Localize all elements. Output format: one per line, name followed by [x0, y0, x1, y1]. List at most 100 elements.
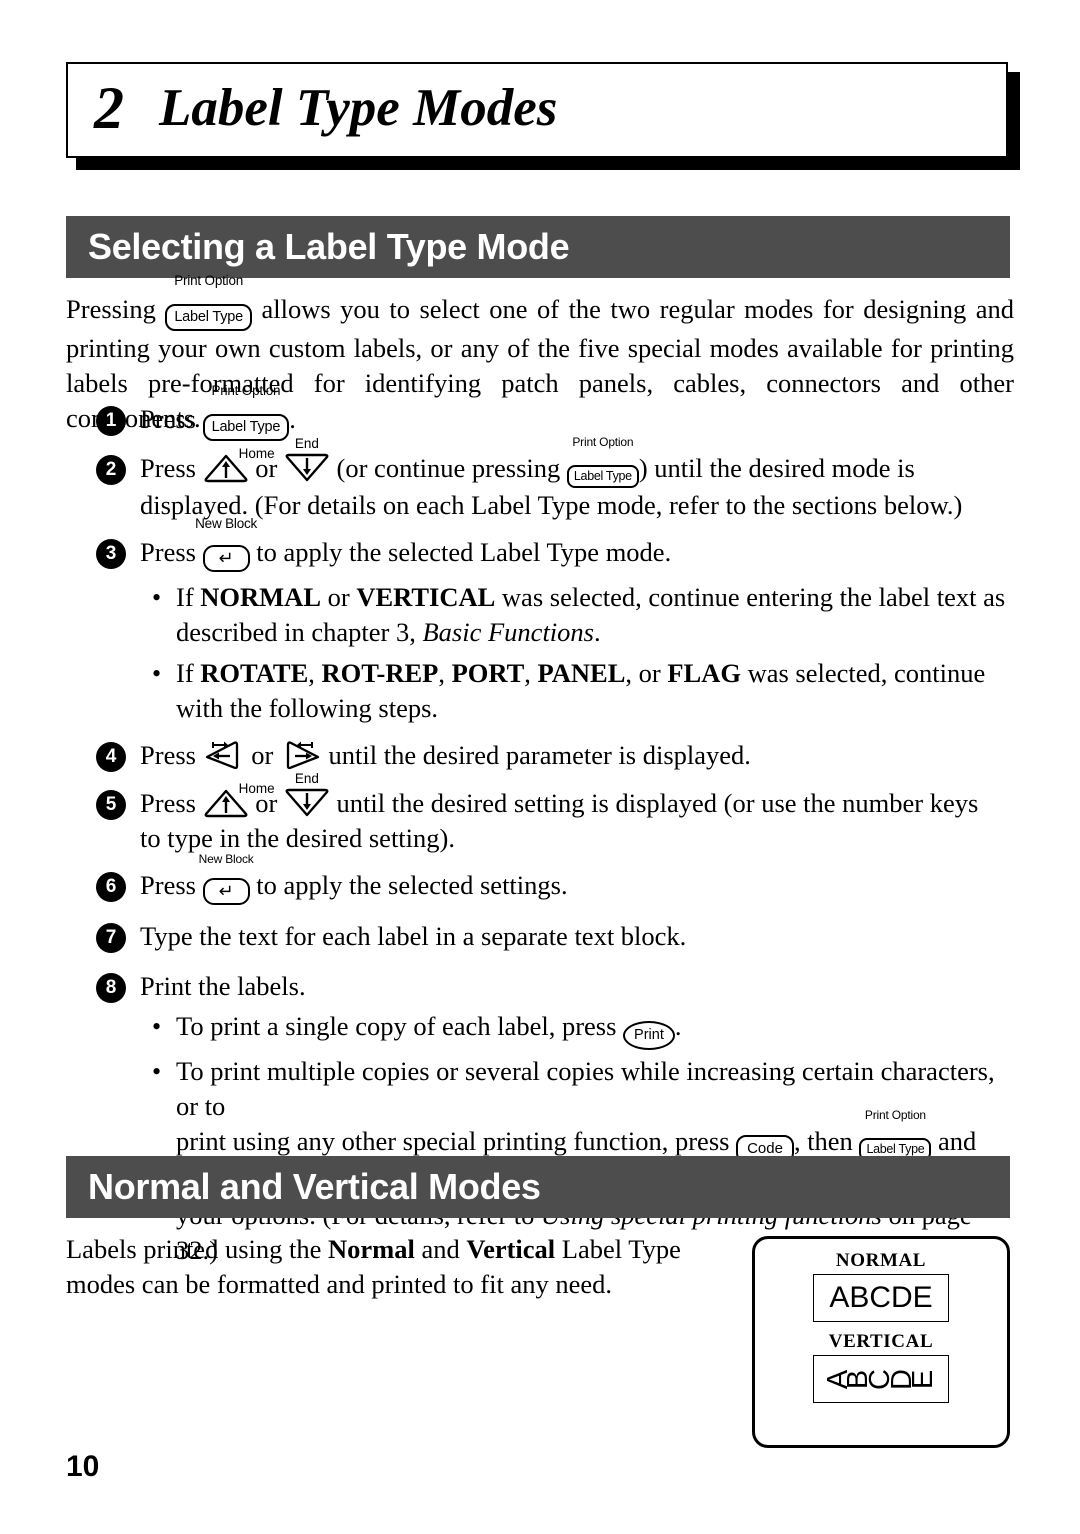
key-down-arrow-end: End — [284, 772, 330, 818]
step-6: 6 Press New Block ↵ to apply the selecte… — [66, 853, 1016, 905]
step-badge: 5 — [96, 790, 126, 820]
bullet-text-part: If — [176, 658, 201, 688]
bullet-dot: • — [152, 1012, 162, 1041]
bullet-bold-normal: NORMAL — [200, 582, 321, 612]
key-new-block-enter: New Block ↵ — [195, 517, 257, 572]
enter-arrow-icon: ↵ — [202, 878, 250, 905]
section-heading-normal-and-vertical-modes: Normal and Vertical Modes — [66, 1156, 1010, 1218]
bullet-bold-flag: FLAG — [667, 658, 741, 688]
bullet-text-after: . — [674, 1011, 682, 1041]
bullet-line2: with the following steps. — [176, 693, 439, 723]
chapter-number: 2 — [94, 75, 124, 141]
bullet-bold-rotate: ROTATE — [200, 658, 309, 688]
left-arrow-icon — [205, 741, 238, 770]
bullet-dot: • — [152, 659, 162, 688]
key-up-arrow-home: Home — [203, 782, 275, 818]
intro-text-before: Pressing — [66, 294, 156, 324]
bullet-special-modes: • If ROTATE, ROT-REP, PORT, PANEL, or FL… — [66, 656, 1016, 726]
key-down-arrow-end: End — [284, 437, 330, 483]
key-print: Print — [623, 1021, 675, 1050]
step-badge: 3 — [96, 539, 126, 569]
bullet-line2: described in chapter 3, Basic Functions. — [176, 615, 1016, 650]
manual-page: 2 Label Type Modes Selecting a Label Typ… — [0, 0, 1080, 1534]
normal-vertical-paragraph: Labels printed using the Normal and Vert… — [66, 1232, 726, 1302]
step-text-or: or — [251, 740, 274, 770]
steps-list: 1 Press Print Option Label Type . 2 Pres… — [66, 384, 1016, 1268]
vertical-letter: E — [906, 1369, 939, 1389]
nv-text-and: and — [414, 1234, 467, 1264]
step-text: Press — [140, 870, 196, 900]
key-caption-home: Home — [238, 446, 275, 461]
step-text-mid: (or continue pressing — [336, 453, 561, 483]
comma: , — [524, 658, 538, 688]
illustration-normal-text: ABCDE — [829, 1281, 933, 1314]
enter-arrow-icon: ↵ — [202, 545, 250, 572]
step-text: Type the text for each label in a separa… — [140, 921, 687, 951]
illustration-label-normal: NORMAL — [835, 1250, 927, 1271]
key-new-block-enter: New Block ↵ — [199, 853, 254, 905]
bullet-text-or: or — [321, 582, 357, 612]
key-left-arrow — [203, 740, 245, 770]
illustration-sample-vertical: ABCDE — [813, 1355, 949, 1403]
step-badge: 6 — [96, 872, 126, 902]
key-caption-end: End — [294, 436, 319, 451]
bullet-dot: • — [152, 1057, 162, 1086]
step-badge: 1 — [96, 406, 126, 436]
key-label-type-glyph: Label Type — [165, 304, 252, 331]
step-badge: 7 — [96, 923, 126, 953]
bullet-normal-vertical: • If NORMAL or VERTICAL was selected, co… — [66, 580, 1016, 650]
chapter-title: Label Type Modes — [159, 78, 558, 137]
step-2: 2 Press Home or End (or continue pressin… — [66, 436, 1016, 523]
step-text-after: to apply the selected settings. — [256, 870, 568, 900]
illustration-label-vertical: VERTICAL — [828, 1331, 934, 1352]
step-text: Press — [140, 788, 196, 818]
key-up-arrow-home: Home — [203, 447, 275, 483]
section-heading-label: Normal and Vertical Modes — [88, 1166, 541, 1207]
bullet-text-part2: was selected, continue — [740, 658, 986, 688]
down-arrow-icon — [285, 453, 329, 482]
step-4: 4 Press or until the desired parameter i… — [66, 738, 1016, 774]
chapter-header: 2 Label Type Modes — [66, 62, 1020, 170]
bullet-text-part: If — [176, 582, 201, 612]
step-3: 3 Press New Block ↵ to apply the selecte… — [66, 517, 1016, 572]
bullet-line2-text-a: print using any other special printing f… — [176, 1126, 730, 1156]
label-mode-illustration: NORMAL ABCDE VERTICAL ABCDE — [752, 1236, 1010, 1448]
page-number: 10 — [66, 1450, 100, 1483]
nv-text-part1: Labels printed using the — [66, 1234, 328, 1264]
step-7: 7 Type the text for each label in a sepa… — [66, 919, 1016, 955]
step-5: 5 Press Home or End until the desired se… — [66, 772, 1016, 856]
step-text-continued: displayed. (For details on each Label Ty… — [140, 490, 963, 520]
step-text-after: . — [289, 404, 296, 434]
step-text-continued: to type in the desired setting). — [140, 823, 455, 853]
nv-bold-vertical: Vertical — [466, 1234, 556, 1264]
step-badge: 4 — [96, 742, 126, 772]
key-label-type-glyph: Label Type — [566, 465, 639, 488]
key-caption-print-option: Print Option — [211, 383, 281, 398]
key-caption-print-option: Print Option — [174, 273, 244, 288]
illustration-sample-normal: ABCDE — [813, 1274, 949, 1322]
nv-bold-normal: Normal — [328, 1234, 415, 1264]
key-label-type: Print Option Label Type — [165, 274, 252, 331]
step-badge: 8 — [96, 973, 126, 1003]
step-text-after: until the desired parameter is displayed… — [328, 740, 751, 770]
key-label-type: Print Option Label Type — [202, 384, 290, 441]
illustration-vertical-text: ABCDE — [822, 1365, 939, 1394]
bullet-bold-vertical: VERTICAL — [356, 582, 496, 612]
step-text-after: to apply the selected Label Type mode. — [256, 537, 672, 567]
bullet-text-part2: was selected, continue entering the labe… — [495, 582, 1006, 612]
step-text: Press — [140, 404, 196, 434]
step-text: Press — [140, 740, 196, 770]
bullet-line2-text-b: , then — [793, 1126, 853, 1156]
bullet-cont-text: described in chapter 3, — [176, 617, 423, 647]
step-text: Press — [140, 453, 196, 483]
comma: , — [438, 658, 452, 688]
down-arrow-icon — [285, 788, 329, 817]
key-caption-new-block: New Block — [198, 852, 254, 866]
key-caption-print-option: Print Option — [864, 1108, 926, 1122]
bullet-bold-panel: PANEL — [537, 658, 626, 688]
step-badge: 2 — [96, 455, 126, 485]
step-1: 1 Press Print Option Label Type . — [66, 384, 1016, 441]
step-8: 8 Print the labels. — [66, 969, 1016, 1005]
key-right-arrow — [280, 740, 322, 770]
bullet-print-single-copy: • To print a single copy of each label, … — [66, 1009, 1016, 1050]
